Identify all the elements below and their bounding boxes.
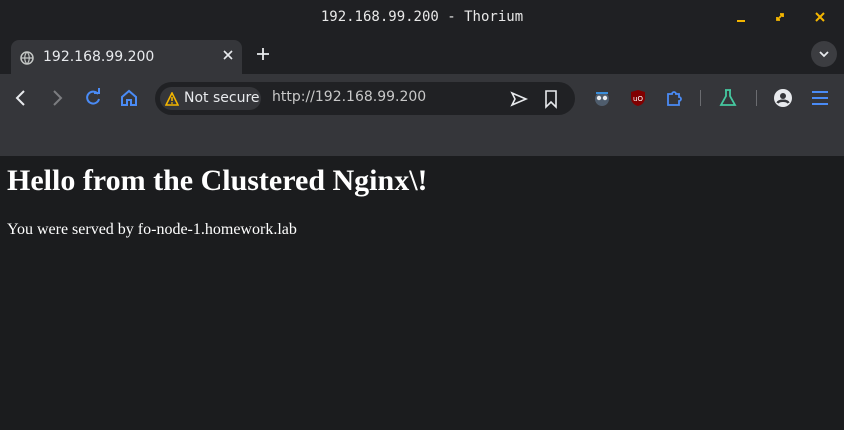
plus-icon [257, 48, 269, 60]
reload-icon[interactable] [83, 88, 103, 108]
tab-strip: 192.168.99.200 [0, 36, 844, 74]
tab-title: 192.168.99.200 [43, 49, 155, 65]
svg-text:uO: uO [633, 95, 643, 103]
maximize-icon[interactable] [771, 8, 789, 31]
bookmark-icon[interactable] [541, 89, 561, 109]
new-tab-button[interactable] [254, 42, 272, 66]
tab-active[interactable]: 192.168.99.200 [11, 40, 242, 74]
tab-search-button[interactable] [811, 41, 837, 67]
chevron-down-icon [819, 51, 829, 58]
toolbar-divider [756, 90, 757, 106]
flask-icon[interactable] [718, 88, 738, 108]
page-content: Hello from the Clustered Nginx\! You wer… [0, 156, 844, 430]
title-bar: 192.168.99.200 - Thorium [0, 0, 844, 36]
extension-robot-icon[interactable] [592, 88, 612, 108]
address-bar[interactable]: Not secure http://192.168.99.200 [155, 82, 575, 115]
warning-icon [164, 91, 180, 106]
send-icon[interactable] [509, 89, 529, 109]
menu-icon[interactable] [810, 88, 830, 108]
profile-icon[interactable] [773, 88, 793, 108]
bookmark-bar [0, 122, 844, 156]
close-icon[interactable] [811, 8, 829, 31]
window-title: 192.168.99.200 - Thorium [320, 9, 524, 25]
home-icon[interactable] [119, 88, 139, 108]
globe-icon [20, 50, 34, 65]
puzzle-icon[interactable] [664, 88, 684, 108]
page-body-text: You were served by fo-node-1.homework.la… [7, 221, 297, 238]
page-heading: Hello from the Clustered Nginx\! [7, 164, 428, 197]
toolbar: Not secure http://192.168.99.200 uO [0, 74, 844, 122]
toolbar-divider [700, 90, 701, 106]
ublock-icon[interactable]: uO [628, 88, 648, 108]
back-arrow-icon[interactable] [11, 88, 31, 108]
forward-arrow-icon[interactable] [47, 88, 67, 108]
tab-close-icon[interactable] [220, 47, 236, 63]
security-label: Not secure [184, 90, 260, 106]
url-text[interactable]: http://192.168.99.200 [272, 89, 426, 105]
minimize-icon[interactable] [732, 8, 750, 31]
security-chip[interactable]: Not secure [160, 87, 261, 110]
